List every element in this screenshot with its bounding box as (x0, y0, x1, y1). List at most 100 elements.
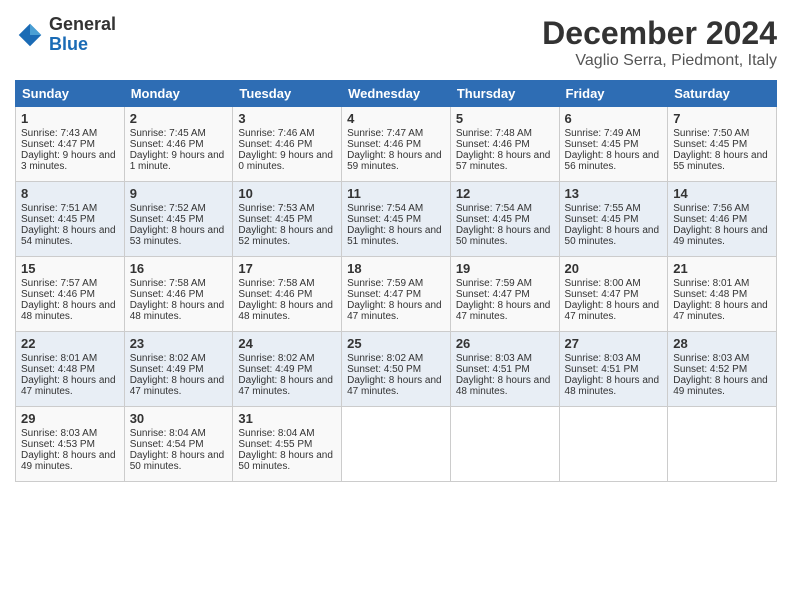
day-number: 7 (673, 111, 771, 126)
daylight-label: Daylight: 9 hours and 1 minute. (130, 150, 225, 172)
daylight-label: Daylight: 8 hours and 48 minutes. (238, 300, 333, 322)
sunrise-label: Sunrise: 8:02 AM (238, 353, 314, 364)
day-number: 10 (238, 186, 336, 201)
day-number: 18 (347, 261, 445, 276)
daylight-label: Daylight: 8 hours and 50 minutes. (238, 450, 333, 472)
day-number: 12 (456, 186, 554, 201)
calendar-cell: 6 Sunrise: 7:49 AM Sunset: 4:45 PM Dayli… (559, 107, 668, 182)
daylight-label: Daylight: 8 hours and 48 minutes. (21, 300, 116, 322)
day-number: 2 (130, 111, 228, 126)
calendar-cell: 25 Sunrise: 8:02 AM Sunset: 4:50 PM Dayl… (342, 332, 451, 407)
daylight-label: Daylight: 8 hours and 50 minutes. (130, 450, 225, 472)
sunset-label: Sunset: 4:46 PM (673, 214, 747, 225)
sunrise-label: Sunrise: 8:03 AM (673, 353, 749, 364)
col-tuesday: Tuesday (233, 81, 342, 107)
calendar-cell: 10 Sunrise: 7:53 AM Sunset: 4:45 PM Dayl… (233, 182, 342, 257)
calendar-cell: 4 Sunrise: 7:47 AM Sunset: 4:46 PM Dayli… (342, 107, 451, 182)
daylight-label: Daylight: 8 hours and 48 minutes. (456, 375, 551, 397)
day-number: 15 (21, 261, 119, 276)
day-number: 21 (673, 261, 771, 276)
sunrise-label: Sunrise: 7:54 AM (456, 203, 532, 214)
sunrise-label: Sunrise: 7:55 AM (565, 203, 641, 214)
sunset-label: Sunset: 4:50 PM (347, 364, 421, 375)
sunrise-label: Sunrise: 7:47 AM (347, 128, 423, 139)
sunset-label: Sunset: 4:46 PM (130, 289, 204, 300)
sunrise-label: Sunrise: 7:50 AM (673, 128, 749, 139)
sunset-label: Sunset: 4:45 PM (565, 214, 639, 225)
logo-icon (15, 20, 45, 50)
sunset-label: Sunset: 4:45 PM (565, 139, 639, 150)
sunrise-label: Sunrise: 7:53 AM (238, 203, 314, 214)
daylight-label: Daylight: 9 hours and 3 minutes. (21, 150, 116, 172)
calendar-cell: 31 Sunrise: 8:04 AM Sunset: 4:55 PM Dayl… (233, 407, 342, 482)
location: Vaglio Serra, Piedmont, Italy (542, 52, 777, 70)
logo: General Blue (15, 15, 116, 55)
daylight-label: Daylight: 8 hours and 52 minutes. (238, 225, 333, 247)
calendar-cell: 22 Sunrise: 8:01 AM Sunset: 4:48 PM Dayl… (16, 332, 125, 407)
calendar-cell: 19 Sunrise: 7:59 AM Sunset: 4:47 PM Dayl… (450, 257, 559, 332)
day-number: 19 (456, 261, 554, 276)
daylight-label: Daylight: 8 hours and 53 minutes. (130, 225, 225, 247)
logo-text: General Blue (49, 15, 116, 55)
sunrise-label: Sunrise: 7:43 AM (21, 128, 97, 139)
daylight-label: Daylight: 8 hours and 49 minutes. (21, 450, 116, 472)
day-number: 3 (238, 111, 336, 126)
logo-blue: Blue (49, 35, 116, 55)
day-number: 17 (238, 261, 336, 276)
day-number: 11 (347, 186, 445, 201)
sunset-label: Sunset: 4:45 PM (238, 214, 312, 225)
sunrise-label: Sunrise: 8:03 AM (456, 353, 532, 364)
calendar-cell (450, 407, 559, 482)
col-thursday: Thursday (450, 81, 559, 107)
sunset-label: Sunset: 4:47 PM (456, 289, 530, 300)
calendar-cell: 18 Sunrise: 7:59 AM Sunset: 4:47 PM Dayl… (342, 257, 451, 332)
calendar-cell: 9 Sunrise: 7:52 AM Sunset: 4:45 PM Dayli… (124, 182, 233, 257)
sunset-label: Sunset: 4:48 PM (673, 289, 747, 300)
sunrise-label: Sunrise: 7:54 AM (347, 203, 423, 214)
sunrise-label: Sunrise: 7:45 AM (130, 128, 206, 139)
daylight-label: Daylight: 8 hours and 49 minutes. (673, 225, 768, 247)
calendar-cell: 26 Sunrise: 8:03 AM Sunset: 4:51 PM Dayl… (450, 332, 559, 407)
day-number: 5 (456, 111, 554, 126)
calendar-cell: 27 Sunrise: 8:03 AM Sunset: 4:51 PM Dayl… (559, 332, 668, 407)
sunset-label: Sunset: 4:45 PM (130, 214, 204, 225)
calendar-cell: 23 Sunrise: 8:02 AM Sunset: 4:49 PM Dayl… (124, 332, 233, 407)
daylight-label: Daylight: 8 hours and 47 minutes. (347, 375, 442, 397)
day-number: 30 (130, 411, 228, 426)
sunset-label: Sunset: 4:52 PM (673, 364, 747, 375)
calendar-cell: 1 Sunrise: 7:43 AM Sunset: 4:47 PM Dayli… (16, 107, 125, 182)
day-number: 29 (21, 411, 119, 426)
daylight-label: Daylight: 8 hours and 57 minutes. (456, 150, 551, 172)
sunset-label: Sunset: 4:47 PM (347, 289, 421, 300)
sunset-label: Sunset: 4:46 PM (238, 289, 312, 300)
day-number: 25 (347, 336, 445, 351)
calendar-cell: 29 Sunrise: 8:03 AM Sunset: 4:53 PM Dayl… (16, 407, 125, 482)
sunset-label: Sunset: 4:49 PM (238, 364, 312, 375)
calendar-week-4: 22 Sunrise: 8:01 AM Sunset: 4:48 PM Dayl… (16, 332, 777, 407)
day-number: 24 (238, 336, 336, 351)
logo-general: General (49, 15, 116, 35)
day-number: 31 (238, 411, 336, 426)
calendar-week-1: 1 Sunrise: 7:43 AM Sunset: 4:47 PM Dayli… (16, 107, 777, 182)
sunrise-label: Sunrise: 7:51 AM (21, 203, 97, 214)
sunrise-label: Sunrise: 8:01 AM (673, 278, 749, 289)
calendar-cell: 16 Sunrise: 7:58 AM Sunset: 4:46 PM Dayl… (124, 257, 233, 332)
day-number: 6 (565, 111, 663, 126)
day-number: 14 (673, 186, 771, 201)
sunrise-label: Sunrise: 7:46 AM (238, 128, 314, 139)
header: General Blue December 2024 Vaglio Serra,… (15, 15, 777, 70)
sunset-label: Sunset: 4:49 PM (130, 364, 204, 375)
calendar-cell (559, 407, 668, 482)
sunset-label: Sunset: 4:55 PM (238, 439, 312, 450)
calendar-cell: 2 Sunrise: 7:45 AM Sunset: 4:46 PM Dayli… (124, 107, 233, 182)
calendar-table: Sunday Monday Tuesday Wednesday Thursday… (15, 80, 777, 482)
sunset-label: Sunset: 4:54 PM (130, 439, 204, 450)
daylight-label: Daylight: 8 hours and 47 minutes. (21, 375, 116, 397)
daylight-label: Daylight: 9 hours and 0 minutes. (238, 150, 333, 172)
calendar-cell: 5 Sunrise: 7:48 AM Sunset: 4:46 PM Dayli… (450, 107, 559, 182)
sunset-label: Sunset: 4:47 PM (21, 139, 95, 150)
calendar-cell: 20 Sunrise: 8:00 AM Sunset: 4:47 PM Dayl… (559, 257, 668, 332)
daylight-label: Daylight: 8 hours and 47 minutes. (673, 300, 768, 322)
calendar-cell: 21 Sunrise: 8:01 AM Sunset: 4:48 PM Dayl… (668, 257, 777, 332)
calendar-cell: 28 Sunrise: 8:03 AM Sunset: 4:52 PM Dayl… (668, 332, 777, 407)
